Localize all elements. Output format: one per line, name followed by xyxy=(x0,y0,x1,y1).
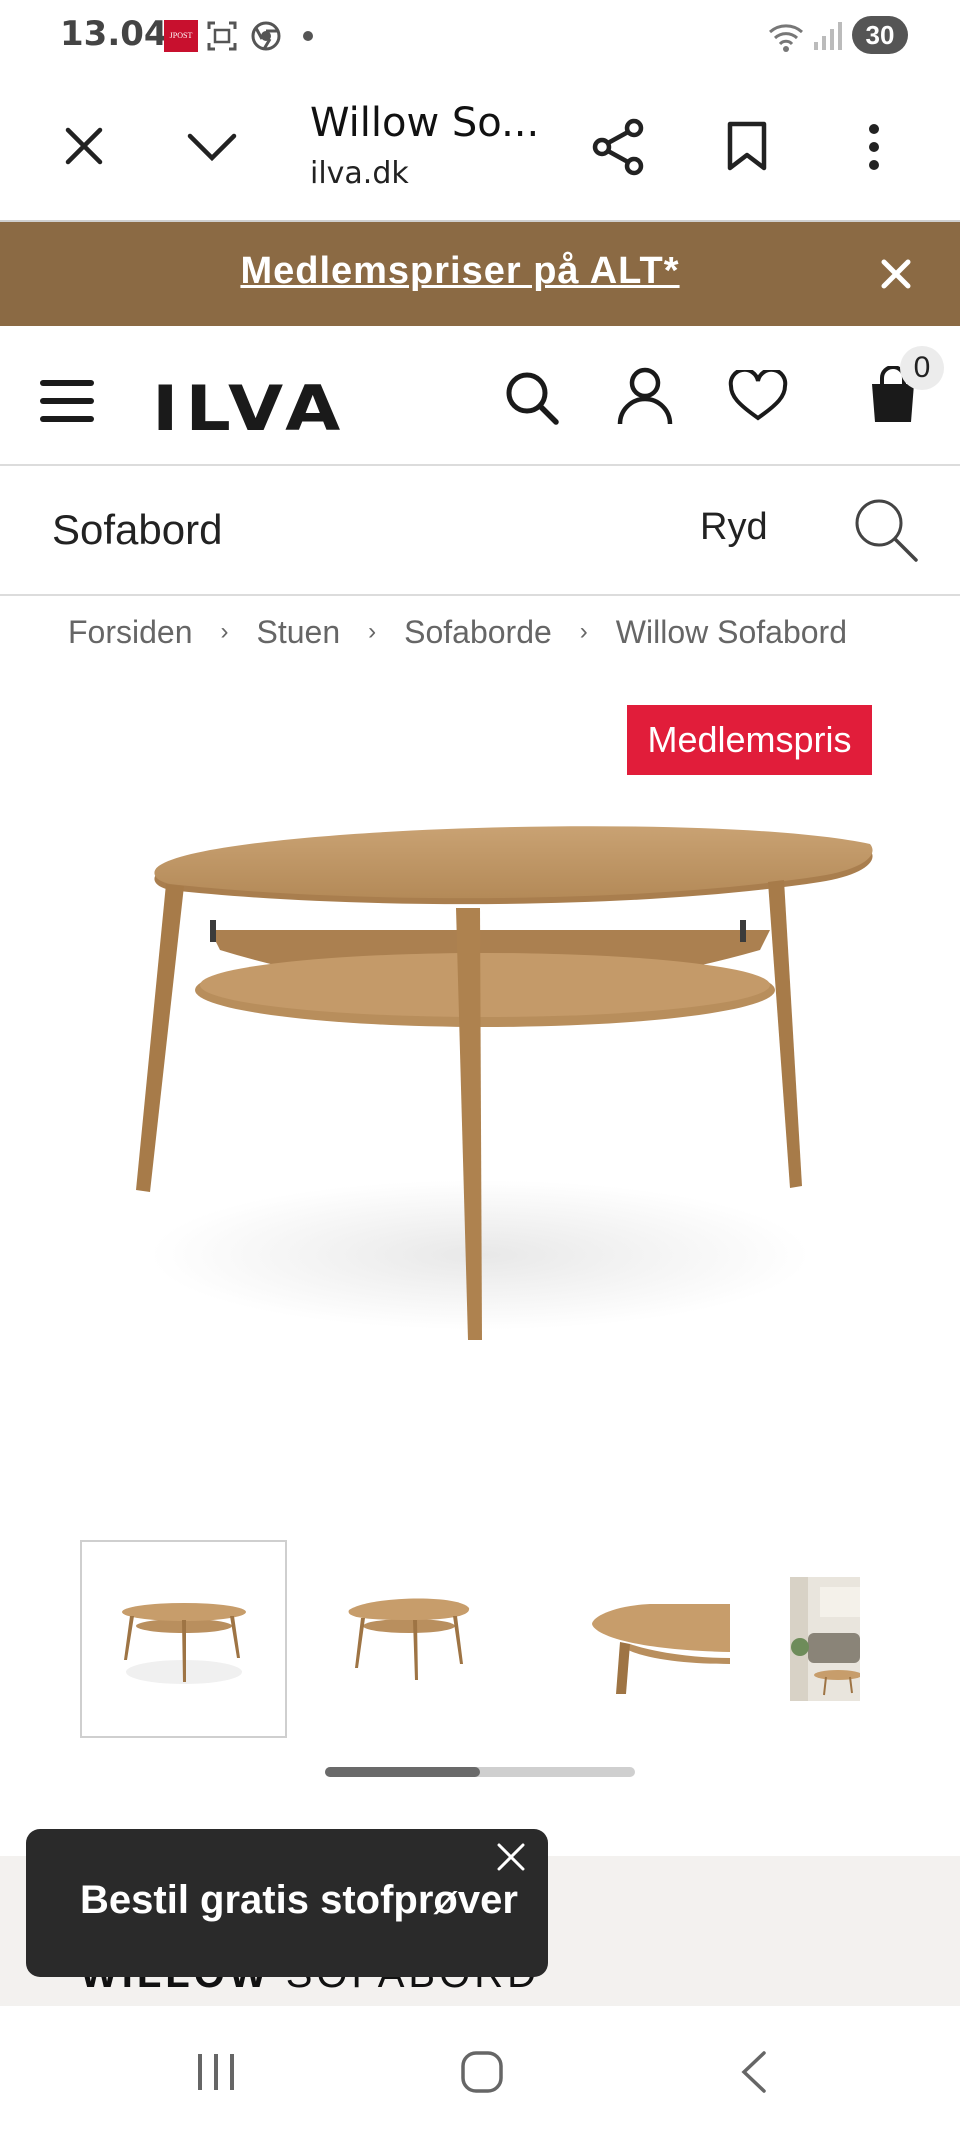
close-icon[interactable] xyxy=(62,124,106,168)
breadcrumb-item[interactable]: Sofaborde xyxy=(404,614,552,651)
browser-toolbar xyxy=(0,70,960,222)
recents-icon[interactable] xyxy=(194,2052,238,2092)
wifi-icon xyxy=(769,24,803,52)
toast-text[interactable]: Bestil gratis stofprøver xyxy=(80,1878,518,1923)
dot-icon xyxy=(303,31,313,41)
breadcrumb-item-current: Willow Sofabord xyxy=(615,613,847,650)
toast-close-icon[interactable] xyxy=(496,1842,526,1872)
status-time: 13.04 xyxy=(60,14,168,54)
account-icon[interactable] xyxy=(616,366,674,426)
thumbnail-image xyxy=(121,1603,246,1684)
breadcrumb-separator-icon: › xyxy=(579,618,588,645)
breadcrumb: Forsiden › Stuen › Sofaborde › Willow So… xyxy=(68,612,847,652)
page-domain[interactable]: ilva.dk xyxy=(310,156,409,191)
thumbnail-image xyxy=(790,1577,860,1701)
breadcrumb-item[interactable]: Forsiden xyxy=(68,614,193,651)
promo-close-icon[interactable] xyxy=(880,258,912,290)
bookmark-icon[interactable] xyxy=(726,120,768,172)
chevron-down-icon[interactable] xyxy=(186,128,238,164)
ilva-logo[interactable]: ILVA xyxy=(152,372,347,445)
signal-icon xyxy=(814,22,842,50)
gallery-scrollbar-thumb[interactable] xyxy=(325,1767,480,1777)
menu-icon[interactable] xyxy=(40,378,94,424)
promo-link[interactable]: Medlemspriser på ALT* xyxy=(0,250,920,293)
thumbnail-2[interactable] xyxy=(305,1540,512,1738)
breadcrumb-item[interactable]: Stuen xyxy=(257,614,341,651)
thumbnail-1[interactable] xyxy=(80,1540,287,1738)
search-submit-icon[interactable] xyxy=(852,496,920,564)
breadcrumb-separator-icon: › xyxy=(220,618,229,645)
jpost-app-icon: JPOST xyxy=(164,20,198,52)
heart-icon[interactable] xyxy=(728,370,788,422)
thumbnail-image xyxy=(591,1604,730,1694)
share-icon[interactable] xyxy=(592,118,646,176)
member-price-badge: Medlemspris xyxy=(627,705,872,775)
thumbnail-4[interactable] xyxy=(780,1540,880,1738)
chrome-icon xyxy=(251,21,281,51)
battery-indicator: 30 xyxy=(852,16,908,54)
home-icon[interactable] xyxy=(460,2050,504,2094)
site-header xyxy=(0,326,960,466)
search-icon[interactable] xyxy=(504,370,560,426)
breadcrumb-separator-icon: › xyxy=(368,618,377,645)
search-input[interactable] xyxy=(52,500,652,560)
thumbnail-3[interactable] xyxy=(556,1540,763,1738)
product-image[interactable] xyxy=(80,810,880,1350)
cart-count-badge: 0 xyxy=(900,346,944,390)
back-icon[interactable] xyxy=(738,2050,768,2094)
screenshot-icon xyxy=(207,21,237,51)
thumbnail-image xyxy=(348,1598,469,1680)
more-vert-icon[interactable] xyxy=(866,122,882,172)
search-clear-button[interactable]: Ryd xyxy=(700,506,768,549)
page-title[interactable]: Willow So... xyxy=(310,100,539,146)
